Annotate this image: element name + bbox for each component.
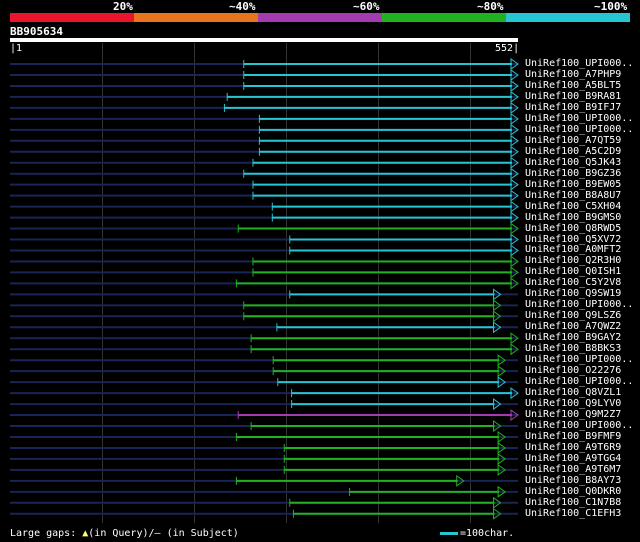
scale-bar-icon	[440, 531, 458, 535]
hit-label[interactable]: UniRef100_A9T6R9	[525, 442, 621, 453]
hit-label[interactable]: UniRef100_Q9LYV0	[525, 398, 621, 409]
hit-label[interactable]: UniRef100_B9IFJ7	[525, 102, 621, 113]
hit-label[interactable]: UniRef100_B9EW05	[525, 179, 621, 190]
hit-label[interactable]: UniRef100_Q0DKR0	[525, 486, 621, 497]
hit-label[interactable]: UniRef100_Q5JK43	[525, 157, 621, 168]
hit-label[interactable]: UniRef100_Q9SW19	[525, 288, 621, 299]
hit-label[interactable]: UniRef100_B9FMF9	[525, 431, 621, 442]
hit-label[interactable]: UniRef100_UPI000..	[525, 58, 633, 69]
legend-prefix: Large gaps:	[10, 528, 83, 539]
hit-label[interactable]: UniRef100_UPI000..	[525, 299, 633, 310]
scale-legend: =100char.	[440, 528, 514, 540]
hit-label[interactable]: UniRef100_A9TGG4	[525, 453, 621, 464]
hit-label[interactable]: UniRef100_B9GMS0	[525, 212, 621, 223]
legend-in-subject: (in Subject)	[160, 528, 239, 539]
hit-label[interactable]: UniRef100_B8AY73	[525, 475, 621, 486]
hit-label[interactable]: UniRef100_A5C2D9	[525, 146, 621, 157]
hit-label[interactable]: UniRef100_UPI000..	[525, 420, 633, 431]
hit-label[interactable]: UniRef100_B9GAY2	[525, 332, 621, 343]
hit-label[interactable]: UniRef100_B9RA81	[525, 91, 621, 102]
hit-label[interactable]: UniRef100_Q8RWD5	[525, 223, 621, 234]
hit-label[interactable]: UniRef100_A7PHP9	[525, 69, 621, 80]
scale-text: =100char.	[460, 528, 515, 539]
hit-label[interactable]: UniRef100_Q8VZL1	[525, 387, 621, 398]
hit-label[interactable]: UniRef100_B8A8U7	[525, 190, 621, 201]
hit-label[interactable]: UniRef100_B9GZ36	[525, 168, 621, 179]
hit-label[interactable]: UniRef100_C5Y2V8	[525, 277, 621, 288]
hit-label[interactable]: UniRef100_A9T6M7	[525, 464, 621, 475]
hit-label[interactable]: UniRef100_Q5XV72	[525, 234, 621, 245]
hit-label[interactable]: UniRef100_UPI000..	[525, 124, 633, 135]
hit-label[interactable]: UniRef100_Q9M2Z7	[525, 409, 621, 420]
hit-label[interactable]: UniRef100_Q9LSZ6	[525, 310, 621, 321]
hit-label[interactable]: UniRef100_A7QWZ2	[525, 321, 621, 332]
hit-label[interactable]: UniRef100_C1EFH3	[525, 508, 621, 519]
hit-label[interactable]: UniRef100_UPI000..	[525, 376, 633, 387]
hit-label[interactable]: UniRef100_UPI000..	[525, 354, 633, 365]
hit-label[interactable]: UniRef100_O22276	[525, 365, 621, 376]
hit-label[interactable]: UniRef100_Q0ISH1	[525, 266, 621, 277]
legend-in-query: (in Query)/	[88, 528, 155, 539]
hit-label[interactable]: UniRef100_C1N7B8	[525, 497, 621, 508]
blast-overview: 20% ~40% ~60% ~80% ~100% BB905634 |1 552…	[0, 0, 640, 542]
hit-label[interactable]: UniRef100_UPI000..	[525, 113, 633, 124]
hit-label[interactable]: UniRef100_C5XH04	[525, 201, 621, 212]
hit-label[interactable]: UniRef100_A7QT59	[525, 135, 621, 146]
hit-label[interactable]: UniRef100_A5BLT5	[525, 80, 621, 91]
gap-legend: Large gaps: ▲(in Query)/– (in Subject)	[10, 528, 239, 540]
hit-label[interactable]: UniRef100_A0MFT2	[525, 244, 621, 255]
hit-label[interactable]: UniRef100_B8BKS3	[525, 343, 621, 354]
hit-label[interactable]: UniRef100_Q2R3H0	[525, 255, 621, 266]
